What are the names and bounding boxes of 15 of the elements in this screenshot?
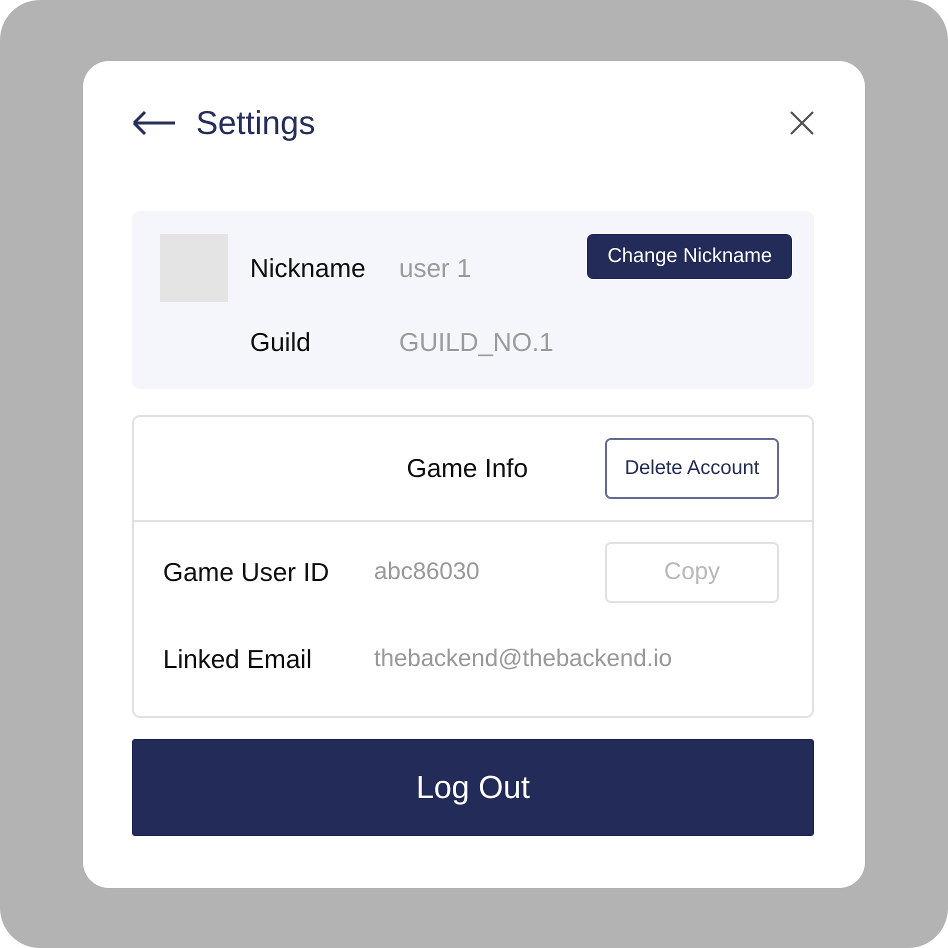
field-label: Nickname — [250, 253, 367, 284]
back-arrow-icon[interactable] — [132, 110, 176, 136]
change-nickname-button[interactable]: Change Nickname — [587, 234, 792, 278]
close-icon[interactable] — [790, 110, 814, 134]
field-value: user 1 — [399, 253, 472, 284]
section-title: Game Info — [406, 452, 528, 484]
field-label: Guild — [250, 327, 312, 358]
field-value: GUILD_NO.1 — [399, 327, 555, 358]
field-value: thebackend@thebackend.io — [374, 645, 673, 673]
field-value: abc86030 — [374, 558, 480, 586]
delete-account-button[interactable]: Delete Account — [605, 438, 779, 498]
log-out-button[interactable]: Log Out — [132, 738, 814, 836]
field-label: Linked Email — [163, 644, 313, 674]
dialog-title: Settings — [196, 104, 316, 142]
field-label: Game User ID — [163, 556, 330, 588]
